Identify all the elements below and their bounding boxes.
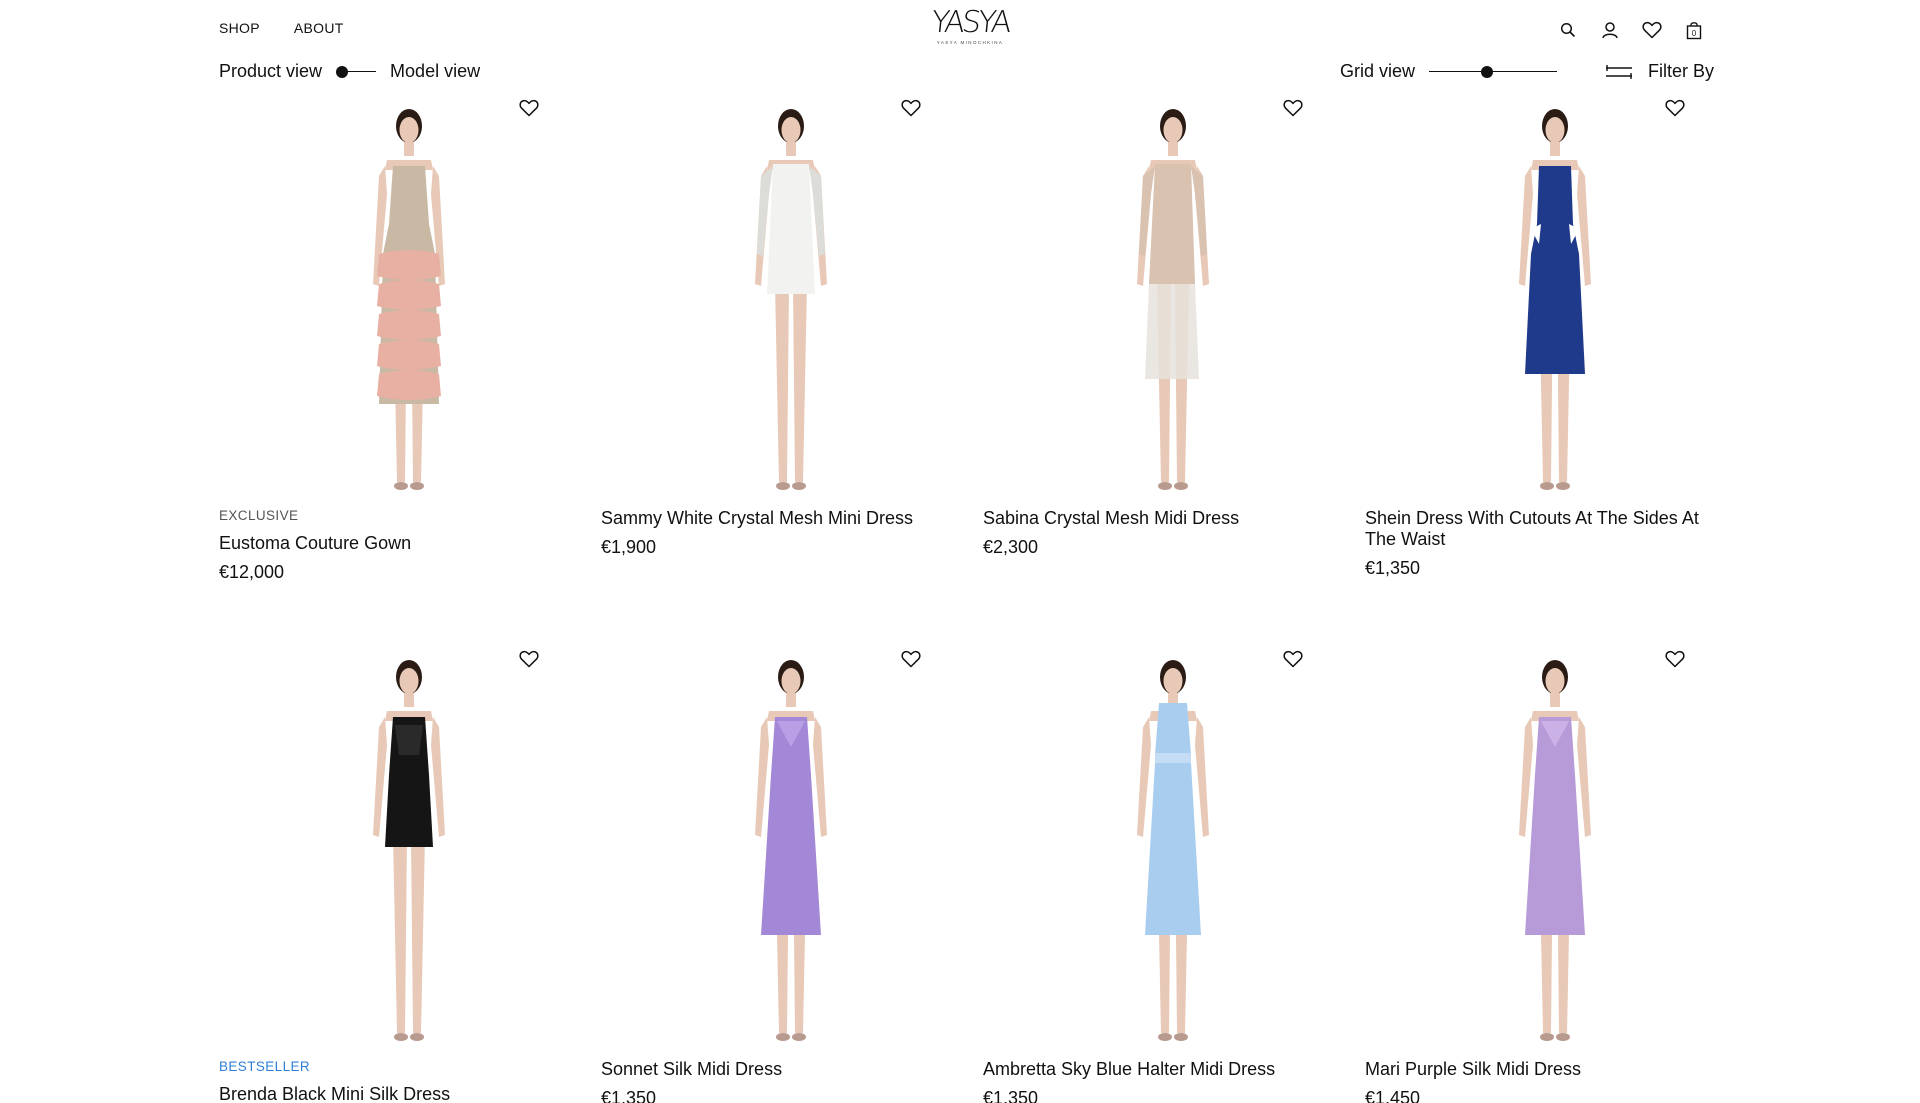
toggle-knob: [336, 65, 349, 78]
product-tag: EXCLUSIVE: [219, 508, 299, 523]
site-header: SHOP ABOUT YASYA YASYA MINOCHKINA 0: [0, 0, 1920, 60]
product-name[interactable]: Ambretta Sky Blue Halter Midi Dress: [983, 1059, 1338, 1080]
add-to-wishlist-heart-icon[interactable]: [899, 96, 923, 120]
product-tag: BESTSELLER: [219, 1059, 311, 1074]
product-image[interactable]: [219, 647, 579, 1057]
product-image[interactable]: [601, 647, 961, 1057]
product-view-label[interactable]: Product view: [219, 61, 322, 82]
logo-subtitle: YASYA MINOCHKINA: [936, 40, 1004, 45]
product-card[interactable]: EXCLUSIVE Eustoma Couture Gown €12,000: [219, 96, 579, 582]
product-name[interactable]: Sammy White Crystal Mesh Mini Dress: [601, 508, 956, 529]
add-to-wishlist-heart-icon[interactable]: [1663, 96, 1687, 120]
view-toggle: Product view Model view: [219, 61, 480, 82]
product-price: €2,300: [983, 537, 1039, 557]
product-price: €1,350: [983, 1088, 1039, 1103]
account-icon[interactable]: [1598, 18, 1622, 42]
main-nav: SHOP ABOUT: [219, 20, 344, 36]
model-figure: [1495, 104, 1615, 500]
logo-mark: YASYA: [929, 5, 1011, 40]
nav-about-link[interactable]: ABOUT: [294, 20, 344, 36]
product-info: Sammy White Crystal Mesh Mini Dress €1,9…: [601, 508, 961, 558]
product-name[interactable]: Sonnet Silk Midi Dress: [601, 1059, 956, 1080]
product-card[interactable]: Shein Dress With Cutouts At The Sides At…: [1365, 96, 1725, 578]
product-price: €1,350: [1365, 558, 1421, 578]
grid-size-slider[interactable]: [1429, 65, 1558, 79]
brand-logo[interactable]: YASYA YASYA MINOCHKINA: [920, 5, 1020, 45]
product-info: Mari Purple Silk Midi Dress €1,450: [1365, 1059, 1725, 1103]
add-to-wishlist-heart-icon[interactable]: [899, 647, 923, 671]
model-figure: [1113, 655, 1233, 1051]
product-card[interactable]: Mari Purple Silk Midi Dress €1,450: [1365, 647, 1725, 1103]
model-figure: [731, 104, 851, 500]
product-card[interactable]: BESTSELLER Brenda Black Mini Silk Dress: [219, 647, 579, 1103]
nav-shop-link[interactable]: SHOP: [219, 20, 260, 36]
product-card[interactable]: Ambretta Sky Blue Halter Midi Dress €1,3…: [983, 647, 1343, 1103]
product-image[interactable]: [219, 96, 579, 506]
model-figure: [349, 104, 469, 500]
product-info: Shein Dress With Cutouts At The Sides At…: [1365, 508, 1725, 579]
product-image[interactable]: [601, 96, 961, 506]
slider-track: [1429, 70, 1558, 72]
svg-text:0: 0: [1692, 29, 1697, 38]
slider-handle[interactable]: [1480, 65, 1493, 78]
product-name[interactable]: Sabina Crystal Mesh Midi Dress: [983, 508, 1338, 529]
wishlist-heart-icon[interactable]: [1640, 18, 1664, 42]
product-name[interactable]: Shein Dress With Cutouts At The Sides At…: [1365, 508, 1720, 550]
add-to-wishlist-heart-icon[interactable]: [1663, 647, 1687, 671]
product-info: Ambretta Sky Blue Halter Midi Dress €1,3…: [983, 1059, 1343, 1103]
product-price: €1,900: [601, 537, 657, 557]
model-figure: [731, 655, 851, 1051]
product-info: Sonnet Silk Midi Dress €1,350: [601, 1059, 961, 1103]
product-price: €1,450: [1365, 1088, 1421, 1103]
product-card[interactable]: Sabina Crystal Mesh Midi Dress €2,300: [983, 96, 1343, 557]
model-figure: [1495, 655, 1615, 1051]
grid-view-label: Grid view: [1340, 61, 1416, 81]
product-name[interactable]: Eustoma Couture Gown: [219, 533, 574, 554]
add-to-wishlist-heart-icon[interactable]: [517, 647, 541, 671]
product-price: €12,000: [219, 562, 285, 582]
product-info: BESTSELLER Brenda Black Mini Silk Dress: [219, 1059, 579, 1103]
search-icon[interactable]: [1556, 18, 1580, 42]
product-image[interactable]: [983, 96, 1343, 506]
filter-sliders-icon: [1604, 63, 1634, 81]
filter-label: Filter By: [1648, 61, 1715, 81]
product-card[interactable]: Sammy White Crystal Mesh Mini Dress €1,9…: [601, 96, 961, 557]
product-image[interactable]: [983, 647, 1343, 1057]
view-toggle-switch[interactable]: [336, 65, 377, 79]
product-name[interactable]: Mari Purple Silk Midi Dress: [1365, 1059, 1720, 1080]
product-info: EXCLUSIVE Eustoma Couture Gown €12,000: [219, 508, 579, 583]
shopping-bag-icon[interactable]: 0: [1682, 18, 1706, 42]
header-icons: 0: [1556, 18, 1706, 42]
grid-view-control: Grid view: [1340, 61, 1558, 82]
add-to-wishlist-heart-icon[interactable]: [1281, 647, 1305, 671]
product-image[interactable]: [1365, 647, 1725, 1057]
add-to-wishlist-heart-icon[interactable]: [517, 96, 541, 120]
product-price: €1,350: [601, 1088, 657, 1103]
product-name[interactable]: Brenda Black Mini Silk Dress: [219, 1084, 574, 1103]
add-to-wishlist-heart-icon[interactable]: [1281, 96, 1305, 120]
filter-button[interactable]: Filter By: [1604, 61, 1714, 82]
product-image[interactable]: [1365, 96, 1725, 506]
model-figure: [1113, 104, 1233, 500]
product-card[interactable]: Sonnet Silk Midi Dress €1,350: [601, 647, 961, 1103]
model-view-label[interactable]: Model view: [390, 61, 480, 82]
model-figure: [349, 655, 469, 1051]
product-info: Sabina Crystal Mesh Midi Dress €2,300: [983, 508, 1343, 558]
